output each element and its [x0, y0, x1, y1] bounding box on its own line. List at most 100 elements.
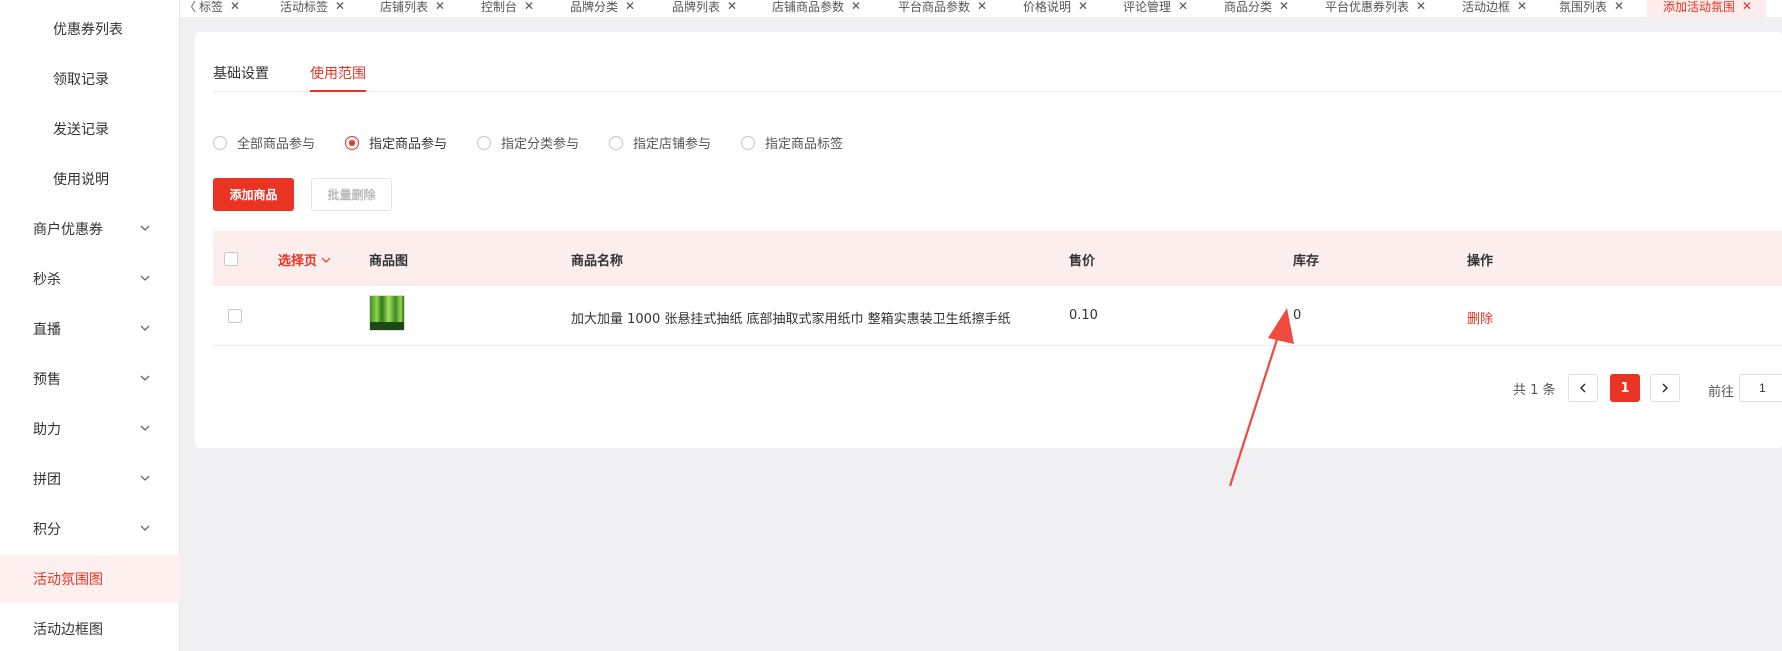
tab-review-manage[interactable]: 评论管理 ✕ [1123, 0, 1188, 17]
goto-page-input[interactable] [1739, 374, 1782, 402]
sidebar-item-presale[interactable]: 预售 [0, 355, 180, 403]
radio-all-products[interactable]: 全部商品参与 [213, 133, 315, 152]
sidebar-item-label: 拼团 [33, 472, 61, 488]
close-icon[interactable]: ✕ [1279, 0, 1289, 13]
sidebar-item-flash-sale[interactable]: 秒杀 [0, 255, 180, 303]
tab-text: 活动标签 [280, 0, 329, 14]
tab-scroll-left-icon[interactable]: 〈 [184, 0, 196, 17]
close-icon[interactable]: ✕ [1517, 0, 1527, 13]
tab-shop-list[interactable]: 店铺列表 ✕ [380, 0, 445, 17]
sidebar-item-claim-records[interactable]: 领取记录 [0, 55, 180, 103]
sidebar-item-assist[interactable]: 助力 [0, 405, 180, 453]
radio-specified-product-tags[interactable]: 指定商品标签 [741, 133, 843, 152]
tab-atmosphere-list[interactable]: 氛围列表 ✕ [1559, 0, 1624, 17]
tab-activity-label[interactable]: 活动标签 ✕ [280, 0, 345, 17]
select-all-checkbox[interactable] [224, 252, 238, 266]
tab-product-category[interactable]: 商品分类 ✕ [1224, 0, 1289, 17]
chevron-down-icon [140, 475, 150, 481]
close-icon[interactable]: ✕ [1742, 0, 1752, 13]
tab-brand-list[interactable]: 品牌列表 ✕ [672, 0, 737, 17]
tab-label[interactable]: 标签 ✕ [199, 0, 240, 17]
close-icon[interactable]: ✕ [1078, 0, 1088, 13]
chevron-down-icon [140, 425, 150, 431]
row-checkbox[interactable] [228, 309, 242, 323]
sidebar-item-group-buy[interactable]: 拼团 [0, 455, 180, 503]
select-page-dropdown[interactable]: 选择页 [278, 250, 331, 269]
batch-delete-button[interactable]: 批量删除 [311, 178, 392, 211]
chevron-down-icon [140, 325, 150, 331]
tab-console[interactable]: 控制台 ✕ [481, 0, 534, 17]
tab-add-activity-atmosphere[interactable]: 添加活动氛围 ✕ [1647, 0, 1767, 17]
column-header-actions: 操作 [1467, 254, 1494, 269]
tab-price-desc[interactable]: 价格说明 ✕ [1023, 0, 1088, 17]
radio-label: 指定商品标签 [765, 137, 844, 152]
delete-row-button[interactable]: 删除 [1467, 308, 1493, 327]
tab-text: 评论管理 [1123, 0, 1172, 14]
radio-circle [213, 135, 227, 150]
tab-text: 品牌列表 [672, 0, 721, 14]
prev-page-button[interactable] [1568, 374, 1598, 402]
close-icon[interactable]: ✕ [230, 0, 240, 13]
tab-text: 平台商品参数 [898, 0, 971, 14]
tab-basic-settings[interactable]: 基础设置 [213, 63, 269, 83]
close-icon[interactable]: ✕ [1416, 0, 1426, 13]
radio-specified-products[interactable]: 指定商品参与 [345, 133, 447, 152]
tab-platform-coupon-list[interactable]: 平台优惠券列表 ✕ [1325, 0, 1426, 17]
sidebar-item-activity-atmosphere[interactable]: 活动氛围图 [0, 555, 180, 603]
sidebar-item-label: 预售 [33, 372, 61, 388]
close-icon[interactable]: ✕ [1178, 0, 1188, 13]
chevron-left-icon [1579, 383, 1586, 393]
tab-text: 平台优惠券列表 [1325, 0, 1410, 14]
tab-usage-scope[interactable]: 使用范围 [310, 63, 366, 83]
sidebar-item-label: 优惠券列表 [53, 22, 123, 38]
tab-platform-product-params[interactable]: 平台商品参数 ✕ [898, 0, 987, 17]
tab-text: 活动边框 [1462, 0, 1511, 14]
tab-shop-product-params[interactable]: 店铺商品参数 ✕ [772, 0, 861, 17]
tab-text: 氛围列表 [1559, 0, 1608, 14]
chevron-down-icon [140, 525, 150, 531]
product-thumbnail [369, 295, 405, 331]
product-price: 0.10 [1069, 308, 1098, 323]
sidebar-item-coupon-list[interactable]: 优惠券列表 [0, 5, 180, 53]
close-icon[interactable]: ✕ [335, 0, 345, 13]
column-header-stock: 库存 [1293, 254, 1320, 269]
sidebar-item-activity-border[interactable]: 活动边框图 [0, 605, 180, 651]
sidebar-item-live[interactable]: 直播 [0, 305, 180, 353]
close-icon[interactable]: ✕ [1614, 0, 1624, 13]
tab-brand-category[interactable]: 品牌分类 ✕ [570, 0, 635, 17]
tab-text: 商品分类 [1224, 0, 1273, 14]
radio-circle [609, 135, 623, 150]
sidebar-item-usage-guide[interactable]: 使用说明 [0, 155, 180, 203]
close-icon[interactable]: ✕ [851, 0, 861, 13]
radio-specified-category[interactable]: 指定分类参与 [477, 133, 579, 152]
table-row: 加大加量 1000 张悬挂式抽纸 底部抽取式家用纸巾 整箱实惠装卫生纸擦手纸 0… [213, 286, 1782, 346]
close-icon[interactable]: ✕ [977, 0, 987, 13]
add-product-button[interactable]: 添加商品 [213, 178, 294, 211]
sidebar: 优惠券列表 领取记录 发送记录 使用说明 商户优惠券 秒杀 直播 预售 助力 拼… [0, 0, 180, 651]
close-icon[interactable]: ✕ [727, 0, 737, 13]
radio-label: 指定分类参与 [501, 137, 580, 152]
close-icon[interactable]: ✕ [435, 0, 445, 13]
radio-specified-shops[interactable]: 指定店铺参与 [609, 133, 711, 152]
next-page-button[interactable] [1650, 374, 1680, 402]
column-header-image: 商品图 [369, 254, 409, 269]
column-header-price: 售价 [1069, 254, 1096, 269]
sidebar-item-send-records[interactable]: 发送记录 [0, 105, 180, 153]
close-icon[interactable]: ✕ [524, 0, 534, 13]
chevron-down-icon [321, 257, 331, 263]
sidebar-item-label: 领取记录 [53, 72, 109, 88]
tab-activity-border[interactable]: 活动边框 ✕ [1462, 0, 1527, 17]
sidebar-item-merchant-coupon[interactable]: 商户优惠券 [0, 205, 180, 253]
sidebar-item-label: 商户优惠券 [33, 222, 103, 238]
chevron-right-icon [1662, 383, 1669, 393]
tab-text: 店铺列表 [380, 0, 429, 14]
page-number-current[interactable]: 1 [1610, 374, 1640, 402]
radio-circle [345, 135, 359, 150]
goto-label: 前往 [1708, 385, 1735, 400]
product-name: 加大加量 1000 张悬挂式抽纸 底部抽取式家用纸巾 整箱实惠装卫生纸擦手纸 [571, 312, 1011, 327]
sidebar-item-points[interactable]: 积分 [0, 505, 180, 553]
close-icon[interactable]: ✕ [625, 0, 635, 13]
chevron-down-icon [140, 225, 150, 231]
radio-label: 指定商品参与 [369, 137, 448, 152]
tab-text: 价格说明 [1023, 0, 1072, 14]
